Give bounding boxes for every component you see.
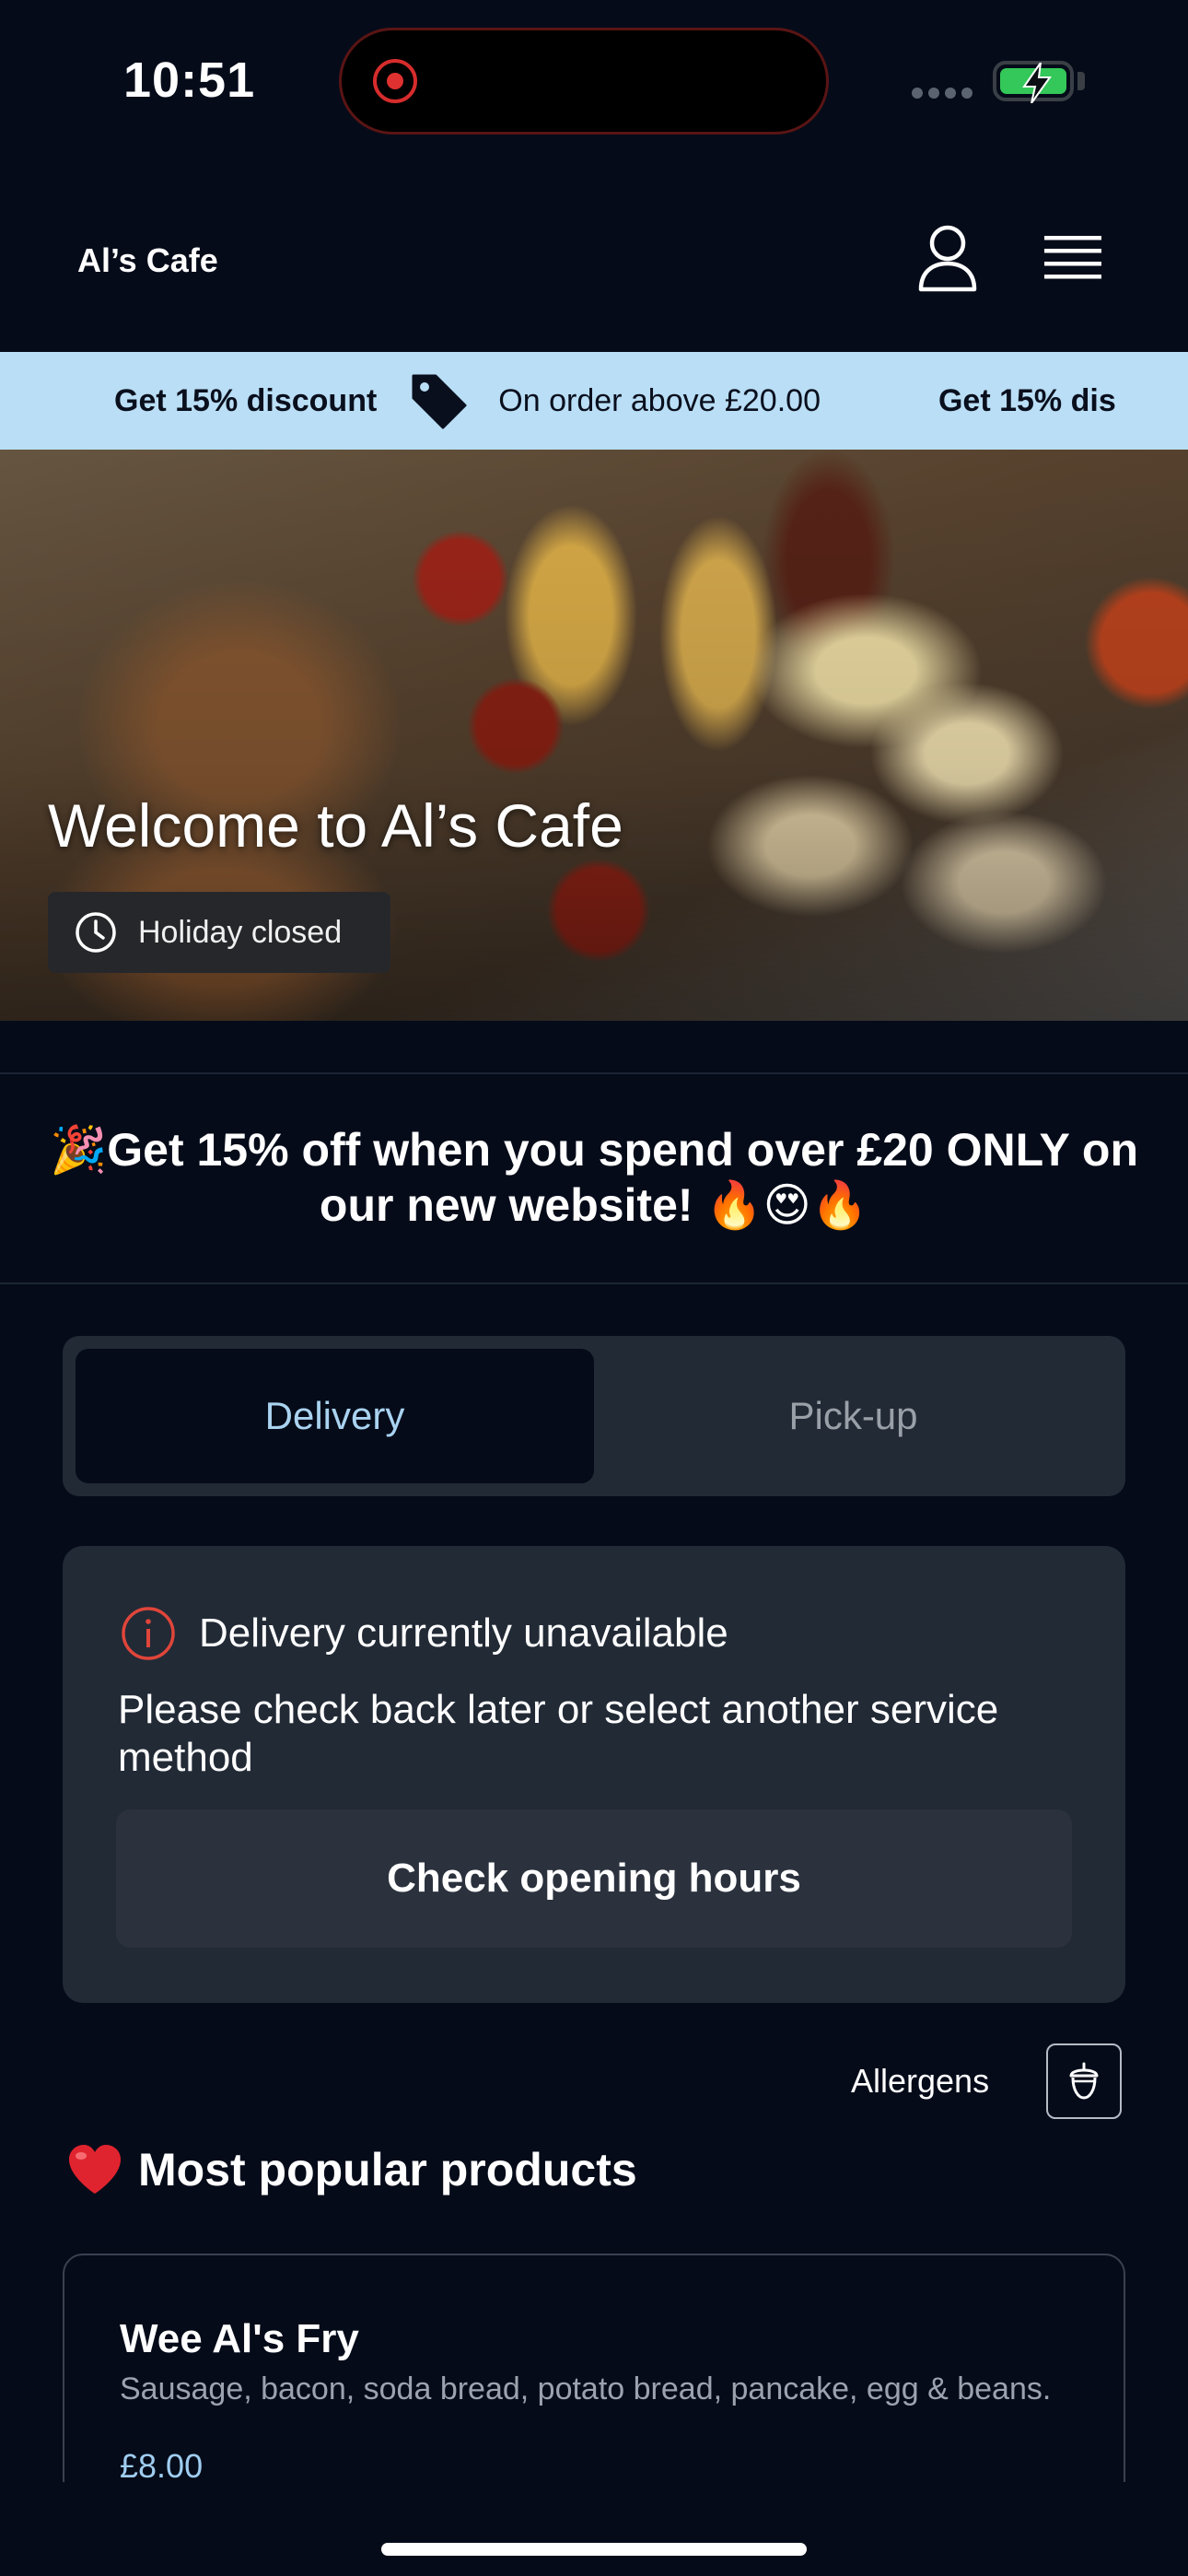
- hero-banner: Welcome to Al’s Cafe Holiday closed: [0, 450, 1188, 1021]
- recording-indicator-icon: [373, 59, 417, 103]
- promo-detail: On order above £20.00: [498, 382, 821, 418]
- home-indicator[interactable]: [381, 2543, 807, 2556]
- acorn-icon: [1069, 2062, 1099, 2100]
- status-badge-text: Holiday closed: [138, 914, 343, 950]
- clock-icon: [76, 912, 116, 953]
- cafe-name[interactable]: Al’s Cafe: [77, 241, 218, 280]
- notice-body: Please check back later or select anothe…: [118, 1687, 999, 1780]
- hero-title: Welcome to Al’s Cafe: [48, 791, 623, 860]
- menu-icon[interactable]: [1042, 232, 1103, 287]
- product-description: Sausage, bacon, soda bread, potato bread…: [120, 2371, 1052, 2406]
- delivery-unavailable-card: Delivery currently unavailable Please ch…: [63, 1546, 1125, 2003]
- allergens-button[interactable]: [1046, 2043, 1122, 2119]
- divider: [0, 1282, 1188, 1284]
- status-bar: 10:51: [0, 0, 1188, 166]
- divider: [0, 1072, 1188, 1074]
- product-name: Wee Al's Fry: [120, 2316, 359, 2361]
- heart-icon: [69, 2145, 121, 2194]
- promo-banner: Get 15% discount On order above £20.00 G…: [0, 352, 1188, 450]
- service-toggle: Delivery Pick-up: [63, 1336, 1125, 1496]
- account-icon[interactable]: [917, 225, 978, 293]
- section-title-popular: Most popular products: [66, 2143, 637, 2196]
- bottom-safe-area: [0, 2482, 1188, 2576]
- announcement-line-2: our new website! 🔥😍🔥: [319, 1179, 869, 1231]
- promo-headline-repeat: Get 15% dis: [938, 382, 1116, 418]
- tag-icon: [412, 374, 467, 429]
- product-price: £8.00: [120, 2447, 204, 2485]
- allergens-label: Allergens: [851, 2062, 990, 2100]
- signal-icon: [912, 87, 978, 103]
- check-opening-hours-button[interactable]: Check opening hours: [116, 1809, 1072, 1948]
- notice-title: Delivery currently unavailable: [199, 1610, 728, 1656]
- info-icon: [122, 1607, 175, 1660]
- tab-pickup[interactable]: Pick-up: [594, 1349, 1112, 1483]
- battery-tip: [1077, 72, 1085, 90]
- promo-headline: Get 15% discount: [114, 382, 378, 418]
- status-badge: Holiday closed: [48, 892, 390, 973]
- section-title-text: Most popular products: [138, 2144, 637, 2195]
- announcement-line-1: 🎉Get 15% off when you spend over £20 ONL…: [50, 1124, 1138, 1176]
- tab-delivery[interactable]: Delivery: [76, 1349, 594, 1483]
- dynamic-island: [339, 28, 829, 135]
- status-time: 10:51: [123, 53, 256, 108]
- announcement: 🎉Get 15% off when you spend over £20 ONL…: [0, 1122, 1188, 1233]
- app-header: Al’s Cafe: [0, 175, 1188, 350]
- battery-icon: [993, 61, 1074, 103]
